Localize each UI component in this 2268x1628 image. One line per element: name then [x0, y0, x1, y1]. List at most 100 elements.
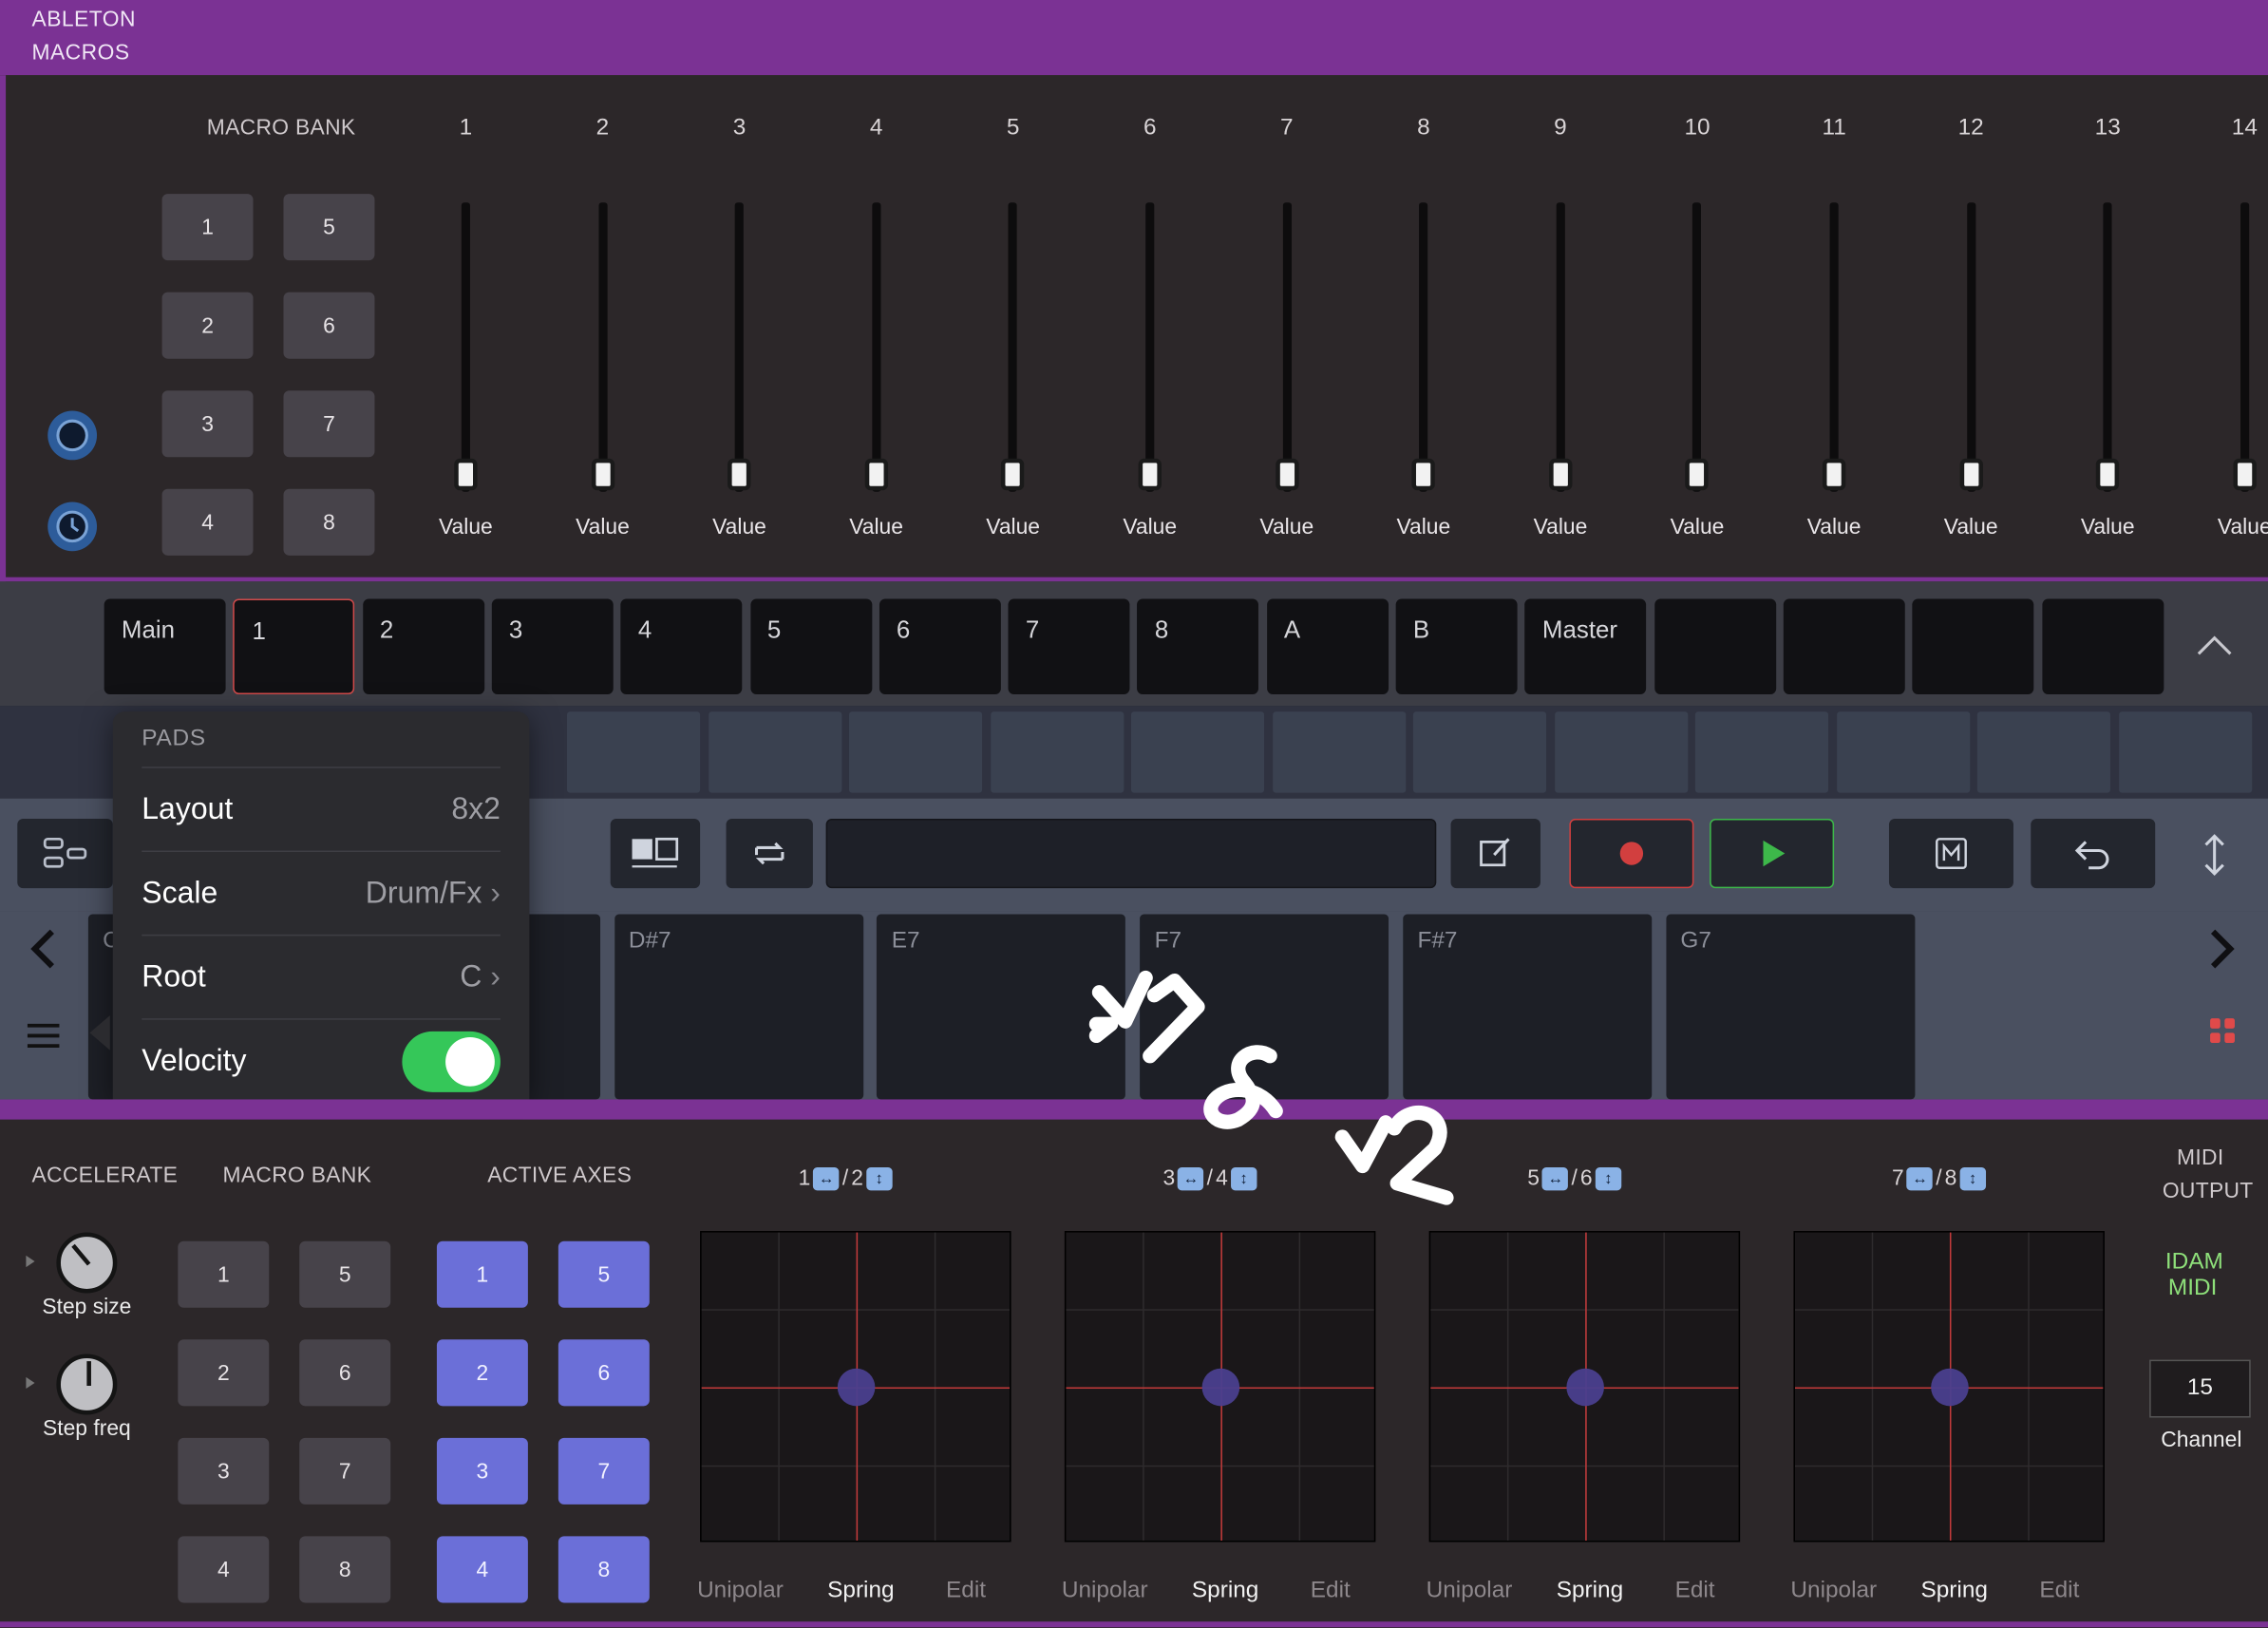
clip-slot[interactable]: [2118, 711, 2252, 793]
macro-bank-button[interactable]: 6: [283, 292, 375, 359]
clip-slot[interactable]: [1976, 711, 2110, 793]
macro-slider-thumb[interactable]: [454, 458, 478, 491]
bottom-macro-bank-button[interactable]: 1: [178, 1240, 270, 1308]
macro-slider-track[interactable]: [872, 202, 881, 492]
macro-slider-thumb[interactable]: [1822, 458, 1846, 491]
track-tab[interactable]: Main: [104, 598, 226, 695]
pads-next-chevron-icon[interactable]: [2204, 926, 2240, 979]
macro-slider-track[interactable]: [597, 202, 608, 492]
note-pad[interactable]: G7: [1666, 914, 1916, 1100]
bottom-macro-bank-button[interactable]: 4: [178, 1536, 270, 1603]
clip-slot[interactable]: [567, 711, 701, 793]
view-icon[interactable]: [610, 818, 701, 889]
clip-slot[interactable]: [1836, 711, 1970, 793]
macro-slider-track[interactable]: [461, 202, 470, 492]
macro-bank-button[interactable]: 4: [161, 488, 254, 556]
track-tab[interactable]: A: [1266, 598, 1389, 695]
xy-cursor-dot[interactable]: [837, 1368, 876, 1407]
macro-slider-thumb[interactable]: [728, 458, 751, 491]
track-tab[interactable]: 6: [879, 598, 1001, 695]
macro-slider-thumb[interactable]: [2233, 458, 2257, 491]
macro-slider-track[interactable]: [1009, 202, 1018, 492]
loop-icon[interactable]: [726, 818, 813, 889]
xy-mode-edit[interactable]: Edit: [1675, 1579, 1715, 1604]
macro-slider-track[interactable]: [1419, 202, 1428, 492]
active-axis-button[interactable]: 4: [436, 1536, 528, 1603]
active-axis-button[interactable]: 6: [558, 1339, 650, 1407]
step-freq-knob[interactable]: [56, 1354, 118, 1415]
track-tab[interactable]: [1654, 598, 1776, 695]
midi-port-icon[interactable]: [47, 410, 98, 461]
clip-slot[interactable]: [1412, 711, 1547, 793]
macro-slider-track[interactable]: [1692, 202, 1702, 492]
track-tab[interactable]: 3: [491, 598, 614, 695]
velocity-toggle[interactable]: [402, 1031, 501, 1092]
macro-slider-thumb[interactable]: [864, 458, 888, 491]
xy-pad[interactable]: [700, 1231, 1011, 1543]
bottom-macro-bank-button[interactable]: 6: [299, 1339, 391, 1407]
step-freq-expand-icon[interactable]: [26, 1376, 35, 1390]
macro-slider-track[interactable]: [1966, 202, 1975, 492]
active-axis-button[interactable]: 5: [558, 1240, 650, 1308]
xy-cursor-dot[interactable]: [1566, 1368, 1604, 1407]
macro-slider-track[interactable]: [1282, 202, 1292, 492]
bottom-macro-bank-button[interactable]: 5: [299, 1240, 391, 1308]
track-tab[interactable]: 8: [1137, 598, 1259, 695]
root-row[interactable]: Root C ›: [142, 934, 501, 1018]
note-pad[interactable]: D#7: [614, 914, 863, 1100]
macro-slider-track[interactable]: [1145, 202, 1155, 492]
channel-field[interactable]: 15: [2149, 1359, 2251, 1418]
xy-mode-edit[interactable]: Edit: [1311, 1579, 1351, 1604]
macro-slider-thumb[interactable]: [1411, 458, 1436, 491]
step-size-knob[interactable]: [56, 1232, 118, 1294]
macro-slider-thumb[interactable]: [591, 458, 614, 491]
clip-slot[interactable]: [708, 711, 841, 793]
macro-bank-button[interactable]: 8: [283, 488, 375, 556]
layout-row[interactable]: Layout 8x2: [142, 767, 501, 850]
midi-device-line2[interactable]: MIDI: [2168, 1276, 2217, 1301]
macro-slider-track[interactable]: [1556, 202, 1565, 492]
macro-slider-track[interactable]: [2103, 202, 2112, 492]
macro-slider-thumb[interactable]: [1548, 458, 1573, 491]
active-axis-button[interactable]: 8: [558, 1536, 650, 1603]
bottom-macro-bank-button[interactable]: 2: [178, 1339, 270, 1407]
undo-icon[interactable]: [2031, 818, 2156, 889]
xy-mode-edit[interactable]: Edit: [2039, 1579, 2079, 1604]
grid-icon[interactable]: [2207, 1015, 2240, 1054]
xy-pad[interactable]: [1064, 1231, 1376, 1543]
track-tab[interactable]: [1783, 598, 1905, 695]
xy-mode-spring[interactable]: Spring: [1557, 1579, 1623, 1604]
collapse-chevron-up-icon[interactable]: [2194, 631, 2235, 667]
clip-slot[interactable]: [1130, 711, 1265, 793]
track-tab[interactable]: 2: [362, 598, 484, 695]
bottom-macro-bank-button[interactable]: 7: [299, 1437, 391, 1505]
macro-bank-button[interactable]: 3: [161, 390, 254, 458]
clip-slot[interactable]: [1694, 711, 1829, 793]
play-icon[interactable]: [1710, 818, 1835, 889]
layout-icon[interactable]: [17, 818, 113, 889]
macro-bank-button[interactable]: 5: [283, 194, 375, 261]
active-axis-button[interactable]: 7: [558, 1437, 650, 1505]
macro-bank-button[interactable]: 7: [283, 390, 375, 458]
track-tab[interactable]: [1912, 598, 2034, 695]
bottom-macro-bank-button[interactable]: 3: [178, 1437, 270, 1505]
clock-icon[interactable]: [47, 502, 98, 552]
menu-icon[interactable]: [26, 1021, 61, 1057]
macro-bank-button[interactable]: 1: [161, 194, 254, 261]
xy-mode-unipolar[interactable]: Unipolar: [1427, 1579, 1513, 1604]
macro-slider-track[interactable]: [1829, 202, 1839, 492]
track-tab[interactable]: 7: [1008, 598, 1130, 695]
macro-bank-button[interactable]: 2: [161, 292, 254, 359]
xy-mode-unipolar[interactable]: Unipolar: [1790, 1579, 1877, 1604]
track-tab[interactable]: 4: [620, 598, 743, 695]
pads-prev-chevron-icon[interactable]: [26, 926, 61, 979]
midi-m-icon[interactable]: [1888, 818, 2013, 889]
edit-icon[interactable]: [1450, 818, 1540, 889]
active-axis-button[interactable]: 2: [436, 1339, 528, 1407]
record-icon[interactable]: [1569, 818, 1694, 889]
xy-mode-spring[interactable]: Spring: [1192, 1579, 1258, 1604]
bottom-macro-bank-button[interactable]: 8: [299, 1536, 391, 1603]
macro-slider-thumb[interactable]: [2096, 458, 2120, 491]
resize-icon[interactable]: [2199, 833, 2231, 883]
clip-slot[interactable]: [990, 711, 1124, 793]
